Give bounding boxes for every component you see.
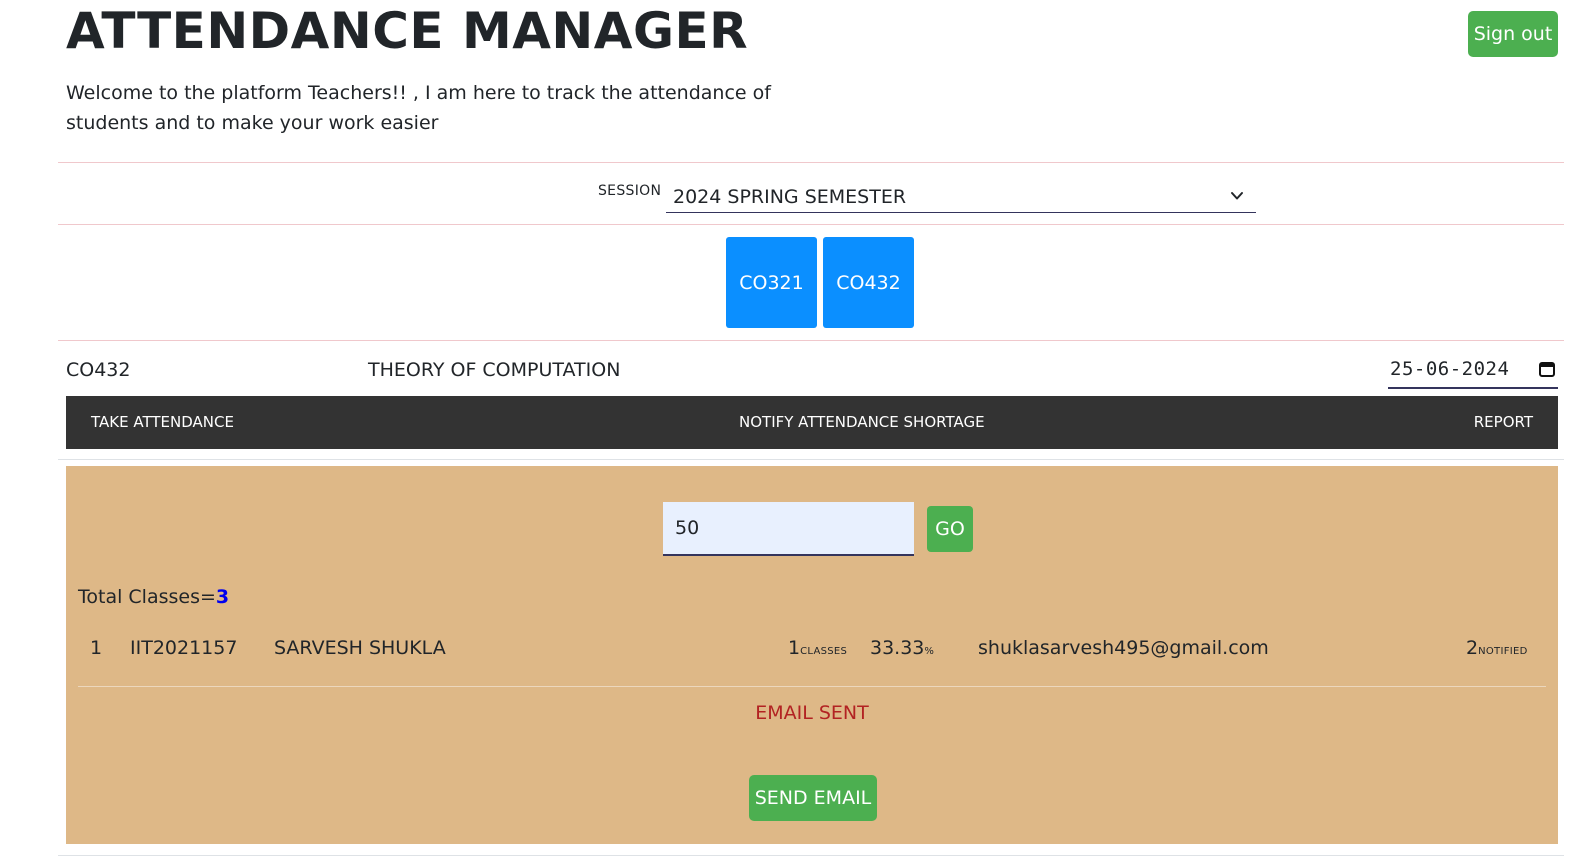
divider: [58, 340, 1564, 341]
shortage-panel: GO Total Classes=3 1 IIT2021157 SARVESH …: [66, 466, 1558, 844]
divider: [58, 162, 1564, 163]
student-percent-unit: %: [924, 646, 935, 657]
course-button-co321[interactable]: CO321: [726, 237, 817, 328]
date-value: 25-06-2024: [1390, 358, 1510, 380]
divider: [58, 459, 1564, 460]
session-selected-value: 2024 SPRING SEMESTER: [673, 186, 907, 208]
student-roll: IIT2021157: [130, 637, 238, 659]
go-button[interactable]: GO: [927, 506, 973, 552]
student-notified: 2NOTIFIED: [1466, 637, 1528, 659]
divider: [58, 224, 1564, 225]
nav-notify-shortage[interactable]: NOTIFY ATTENDANCE SHORTAGE: [739, 396, 985, 449]
student-name: SARVESH SHUKLA: [274, 637, 446, 659]
student-notified-value: 2: [1466, 637, 1479, 659]
page-title: ATTENDANCE MANAGER: [66, 2, 749, 60]
calendar-icon[interactable]: [1538, 360, 1556, 378]
welcome-message: Welcome to the platform Teachers!! , I a…: [66, 82, 771, 134]
page: ATTENDANCE MANAGER Welcome to the platfo…: [0, 0, 1587, 868]
nav-report[interactable]: REPORT: [1474, 396, 1533, 449]
sign-out-button[interactable]: Sign out: [1468, 11, 1558, 57]
total-classes-value: 3: [215, 586, 230, 608]
selected-course-name: THEORY OF COMPUTATION: [368, 359, 621, 381]
email-status: EMAIL SENT: [755, 702, 869, 724]
threshold-input[interactable]: [663, 502, 914, 556]
selected-course-code: CO432: [66, 359, 131, 381]
student-notified-unit: NOTIFIED: [1478, 646, 1528, 657]
student-percent-value: 33.33: [870, 637, 925, 659]
send-email-button[interactable]: SEND EMAIL: [749, 775, 877, 821]
student-classes: 1CLASSES: [788, 637, 847, 659]
session-select[interactable]: 2024 SPRING SEMESTER: [666, 182, 1256, 213]
course-button-co432[interactable]: CO432: [823, 237, 914, 328]
student-email: shuklasarvesh495@gmail.com: [978, 637, 1269, 659]
chevron-down-icon: [1231, 192, 1243, 200]
session-label: SESSION: [598, 183, 662, 199]
nav-take-attendance[interactable]: TAKE ATTENDANCE: [91, 396, 234, 449]
student-sno: 1: [90, 637, 103, 659]
student-classes-value: 1: [788, 637, 801, 659]
total-classes-label: Total Classes=: [78, 586, 216, 608]
row-divider: [78, 686, 1546, 687]
student-classes-unit: CLASSES: [800, 646, 848, 657]
feature-navbar: TAKE ATTENDANCE NOTIFY ATTENDANCE SHORTA…: [66, 396, 1558, 449]
divider: [58, 855, 1564, 856]
date-input[interactable]: 25-06-2024: [1388, 353, 1558, 389]
student-percent: 33.33%: [870, 637, 934, 659]
total-classes: Total Classes=3: [78, 586, 229, 608]
